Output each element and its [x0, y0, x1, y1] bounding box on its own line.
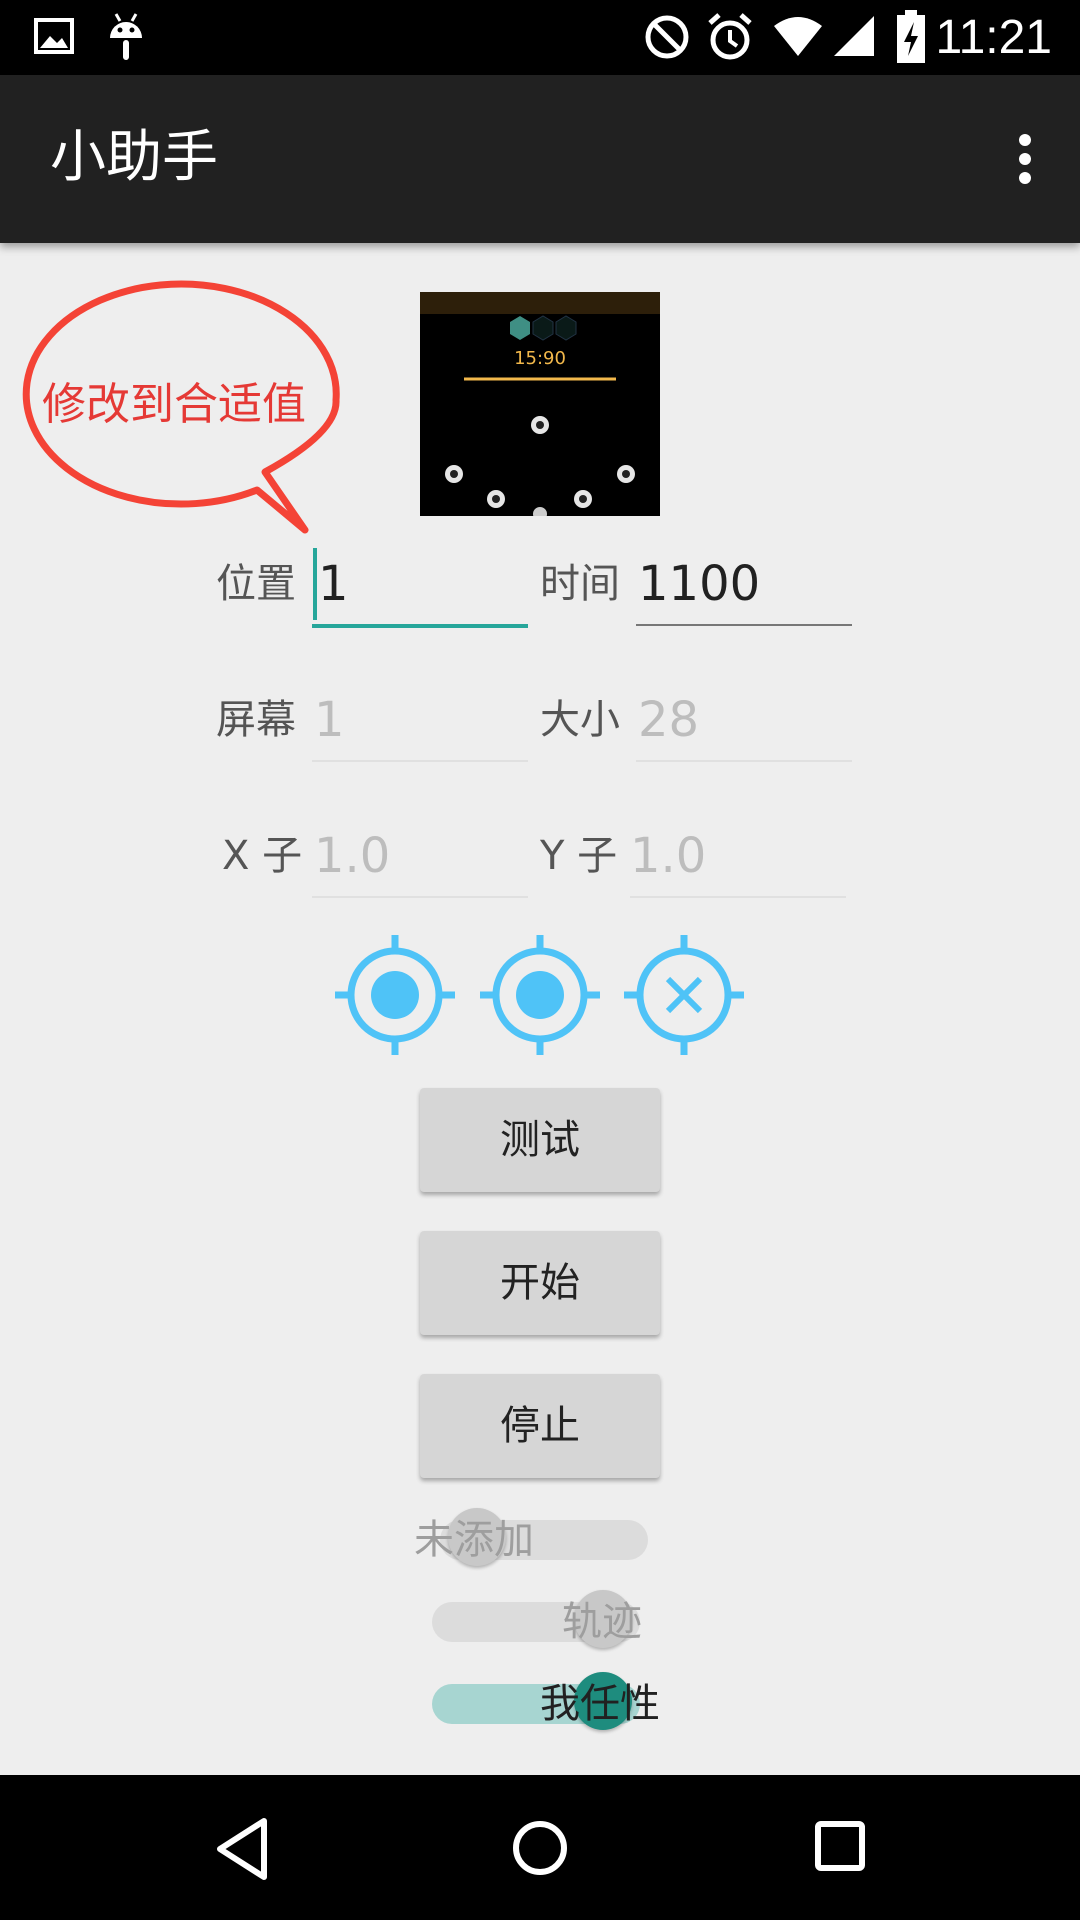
not-added-switch[interactable]: 未添加: [410, 1508, 650, 1576]
willful-switch[interactable]: 我任性: [430, 1672, 670, 1740]
app-bar: 小助手: [0, 75, 1080, 243]
home-icon[interactable]: [510, 1818, 570, 1878]
y-label: Y 子: [540, 833, 618, 879]
size-label: 大小: [540, 697, 620, 743]
recents-icon[interactable]: [814, 1820, 866, 1872]
signal-icon: [834, 16, 874, 56]
start-button[interactable]: 开始: [420, 1231, 660, 1335]
x-input[interactable]: 1.0: [314, 828, 524, 884]
position-label: 位置: [216, 561, 296, 607]
size-underline: [636, 760, 852, 762]
screen-input[interactable]: 1: [314, 692, 524, 748]
annotation-text: 修改到合适值: [42, 379, 306, 430]
battery-charging-icon: [897, 10, 925, 63]
game-preview-image: 15:90: [420, 292, 660, 516]
screen-label: 屏幕: [216, 697, 296, 743]
position-input[interactable]: 1: [318, 556, 524, 612]
text-cursor: [313, 548, 317, 620]
trajectory-switch[interactable]: 轨迹: [430, 1590, 650, 1658]
gps-fixed-icon[interactable]: [333, 933, 457, 1057]
position-underline: [312, 624, 528, 628]
gps-fixed-icon[interactable]: [478, 933, 602, 1057]
switch-label: 我任性: [540, 1681, 660, 1727]
test-button[interactable]: 测试: [420, 1088, 660, 1192]
time-label: 时间: [540, 561, 620, 607]
alarm-icon: [708, 13, 752, 60]
do-not-disturb-icon: [645, 15, 689, 59]
screen-underline: [312, 760, 528, 762]
y-input[interactable]: 1.0: [630, 828, 842, 884]
stop-button[interactable]: 停止: [420, 1374, 660, 1478]
size-input[interactable]: 28: [638, 692, 850, 748]
x-label: X 子: [222, 833, 303, 879]
wifi-icon: [774, 17, 822, 56]
switch-label: 轨迹: [562, 1599, 642, 1645]
app-title: 小助手: [50, 125, 218, 190]
x-underline: [312, 896, 528, 898]
status-time: 11:21: [935, 11, 1052, 64]
image-icon: [34, 18, 74, 54]
navigation-bar: [0, 1775, 1080, 1920]
back-icon[interactable]: [212, 1815, 272, 1883]
status-bar: 11:21: [0, 0, 1080, 75]
switch-label: 未添加: [414, 1517, 534, 1563]
time-underline: [636, 624, 852, 626]
more-vert-icon[interactable]: [1010, 130, 1040, 190]
android-icon: [110, 13, 142, 60]
y-underline: [630, 896, 846, 898]
time-input[interactable]: 1100: [638, 556, 850, 612]
preview-timer: 15:90: [514, 348, 566, 369]
gps-cancel-icon[interactable]: [622, 933, 746, 1057]
